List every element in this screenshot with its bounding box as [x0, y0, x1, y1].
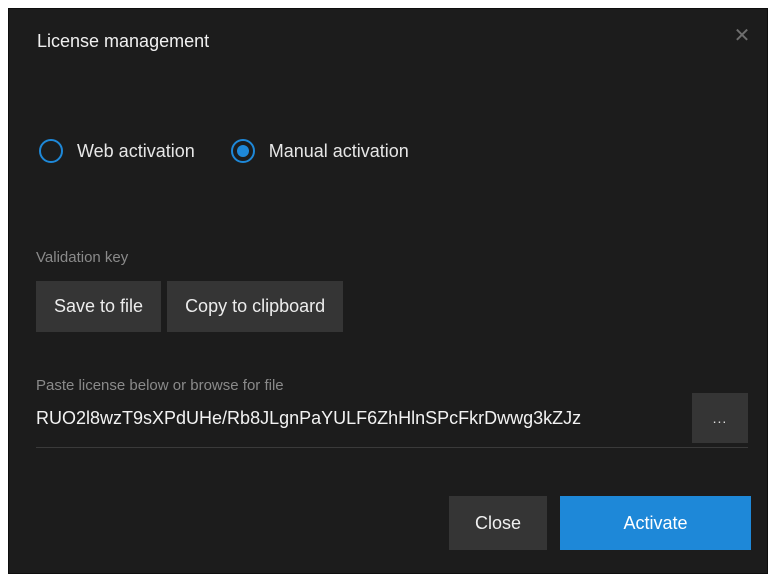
radio-unchecked-icon: [39, 139, 63, 163]
browse-file-button[interactable]: ...: [692, 393, 748, 443]
manual-activation-radio[interactable]: Manual activation: [230, 139, 409, 163]
validation-key-label: Validation key: [36, 249, 129, 266]
radio-checked-icon: [230, 139, 255, 163]
copy-to-clipboard-button[interactable]: Copy to clipboard: [167, 281, 344, 332]
license-input[interactable]: RUO2l8wzT9sXPdUHe/Rb8JLgnPaYULF6ZhHlnSPc…: [36, 393, 748, 448]
close-icon[interactable]: ✕: [731, 25, 753, 47]
save-to-file-button[interactable]: Save to file: [36, 281, 162, 332]
dialog-title: License management: [37, 31, 210, 51]
web-activation-radio[interactable]: Web activation: [39, 139, 195, 163]
manual-activation-label: Manual activation: [268, 140, 409, 161]
license-value[interactable]: RUO2l8wzT9sXPdUHe/Rb8JLgnPaYULF6ZhHlnSPc…: [36, 408, 692, 429]
license-field-label: Paste license below or browse for file: [36, 377, 284, 394]
activation-type-group: Web activation Manual activation: [39, 139, 445, 163]
license-management-dialog: License management ✕ Web activation Manu…: [8, 8, 768, 574]
radio-dot: [236, 145, 249, 157]
close-button[interactable]: Close: [449, 496, 547, 550]
validation-key-actions: Save to file Copy to clipboard: [36, 281, 349, 332]
activate-button[interactable]: Activate: [560, 496, 751, 550]
web-activation-label: Web activation: [77, 140, 195, 161]
